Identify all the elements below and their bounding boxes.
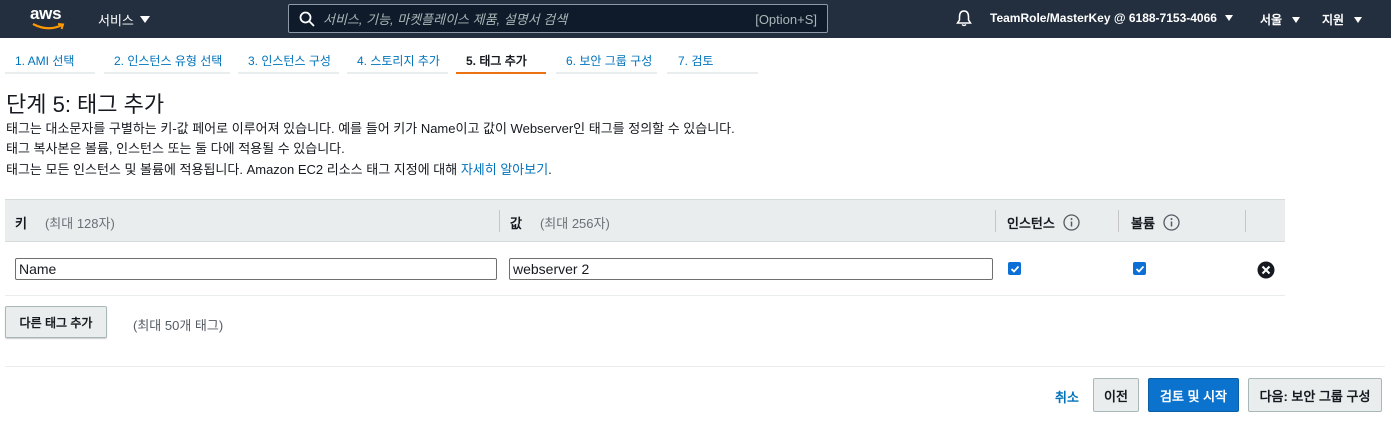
info-icon[interactable] (1063, 214, 1080, 231)
learn-more-link[interactable]: 자세히 알아보기 (461, 162, 548, 177)
cancel-link[interactable]: 취소 (1055, 387, 1079, 406)
tab-instance-type[interactable]: 2. 인스턴스 유형 선택 (104, 44, 230, 74)
column-value-label: 값 (510, 216, 522, 231)
next-security-group-button[interactable]: 다음: 보안 그룹 구성 (1248, 378, 1382, 412)
column-header-value: 값 (최대 256자) (510, 213, 610, 232)
caret-down-icon (139, 16, 150, 23)
column-instances-label: 인스턴스 (1007, 216, 1055, 231)
page-title: 단계 5: 태그 추가 (6, 92, 165, 117)
tab-add-tags[interactable]: 5. 태그 추가 (456, 44, 546, 74)
footer-divider (5, 366, 1385, 367)
column-key-hint: (최대 128자) (44, 216, 115, 231)
previous-button[interactable]: 이전 (1093, 378, 1139, 412)
bell-icon[interactable] (955, 9, 973, 27)
column-divider (499, 210, 500, 232)
table-row (5, 242, 1285, 296)
account-menu[interactable]: TeamRole/MasterKey @ 6188-7153-4066 (990, 11, 1233, 25)
tab-configure-instance[interactable]: 3. 인스턴스 구성 (238, 44, 339, 74)
search-icon (299, 11, 315, 27)
region-label: 서울 (1260, 13, 1283, 27)
remove-tag-icon[interactable] (1257, 261, 1275, 279)
description-line-1: 태그는 대소문자를 구별하는 키-값 페어로 이루어져 있습니다. 예를 들어 … (6, 121, 735, 136)
checkmark-icon (1135, 265, 1144, 273)
tag-key-input[interactable] (15, 258, 497, 280)
checkmark-icon (1010, 265, 1019, 273)
aws-smile-icon (32, 23, 65, 30)
review-and-launch-button[interactable]: 검토 및 시작 (1148, 378, 1239, 412)
column-value-hint: (최대 256자) (539, 216, 610, 231)
column-divider (1245, 210, 1246, 232)
search-input[interactable] (323, 9, 723, 29)
description-line-2: 태그 복사본은 볼륨, 인스턴스 또는 둘 다에 적용될 수 있습니다. (6, 141, 345, 156)
support-label: 지원 (1322, 13, 1345, 27)
tab-ami[interactable]: 1. AMI 선택 (5, 44, 95, 74)
aws-logo-text: aws (30, 4, 62, 23)
instances-checkbox[interactable] (1008, 262, 1021, 275)
caret-down-icon (1224, 15, 1233, 21)
support-menu[interactable]: 지원 (1322, 11, 1363, 28)
column-divider (1118, 210, 1119, 232)
caret-down-icon (1354, 16, 1363, 23)
column-header-instances: 인스턴스 (1007, 213, 1080, 232)
search-shortcut: [Option+S] (755, 12, 817, 27)
volumes-checkbox[interactable] (1133, 262, 1146, 275)
column-divider (995, 210, 996, 232)
column-key-label: 키 (15, 216, 27, 231)
tab-review[interactable]: 7. 검토 (667, 44, 758, 74)
table-header: 키 (최대 128자) 값 (최대 256자) 인스턴스 볼륨 (5, 199, 1285, 242)
description-line-3-end: . (548, 162, 552, 177)
account-label: TeamRole/MasterKey @ 6188-7153-4066 (990, 11, 1217, 25)
region-menu[interactable]: 서울 (1260, 11, 1301, 28)
caret-down-icon (1292, 16, 1301, 23)
column-volumes-label: 볼륨 (1131, 216, 1155, 231)
services-menu[interactable]: 서비스 (98, 10, 150, 29)
add-tag-hint: (최대 50개 태그) (133, 318, 224, 333)
aws-logo[interactable]: aws (30, 4, 70, 34)
info-icon[interactable] (1163, 214, 1180, 231)
tab-security-group[interactable]: 6. 보안 그룹 구성 (556, 44, 657, 74)
column-header-volumes: 볼륨 (1131, 213, 1180, 232)
description-line-3: 태그는 모든 인스턴스 및 볼륨에 적용됩니다. Amazon EC2 리소스 … (6, 159, 552, 178)
tag-value-input[interactable] (509, 258, 993, 280)
tags-table: 키 (최대 128자) 값 (최대 256자) 인스턴스 볼륨 (5, 199, 1285, 296)
tab-add-storage[interactable]: 4. 스토리지 추가 (347, 44, 448, 74)
top-navigation: aws 서비스 [Option+S] TeamRole/MasterKey @ … (0, 0, 1391, 38)
column-header-key: 키 (최대 128자) (15, 213, 115, 232)
search-box[interactable]: [Option+S] (288, 4, 828, 33)
add-tag-button[interactable]: 다른 태그 추가 (5, 306, 107, 338)
services-label: 서비스 (98, 13, 134, 28)
description-line-3-text: 태그는 모든 인스턴스 및 볼륨에 적용됩니다. Amazon EC2 리소스 … (6, 162, 461, 177)
